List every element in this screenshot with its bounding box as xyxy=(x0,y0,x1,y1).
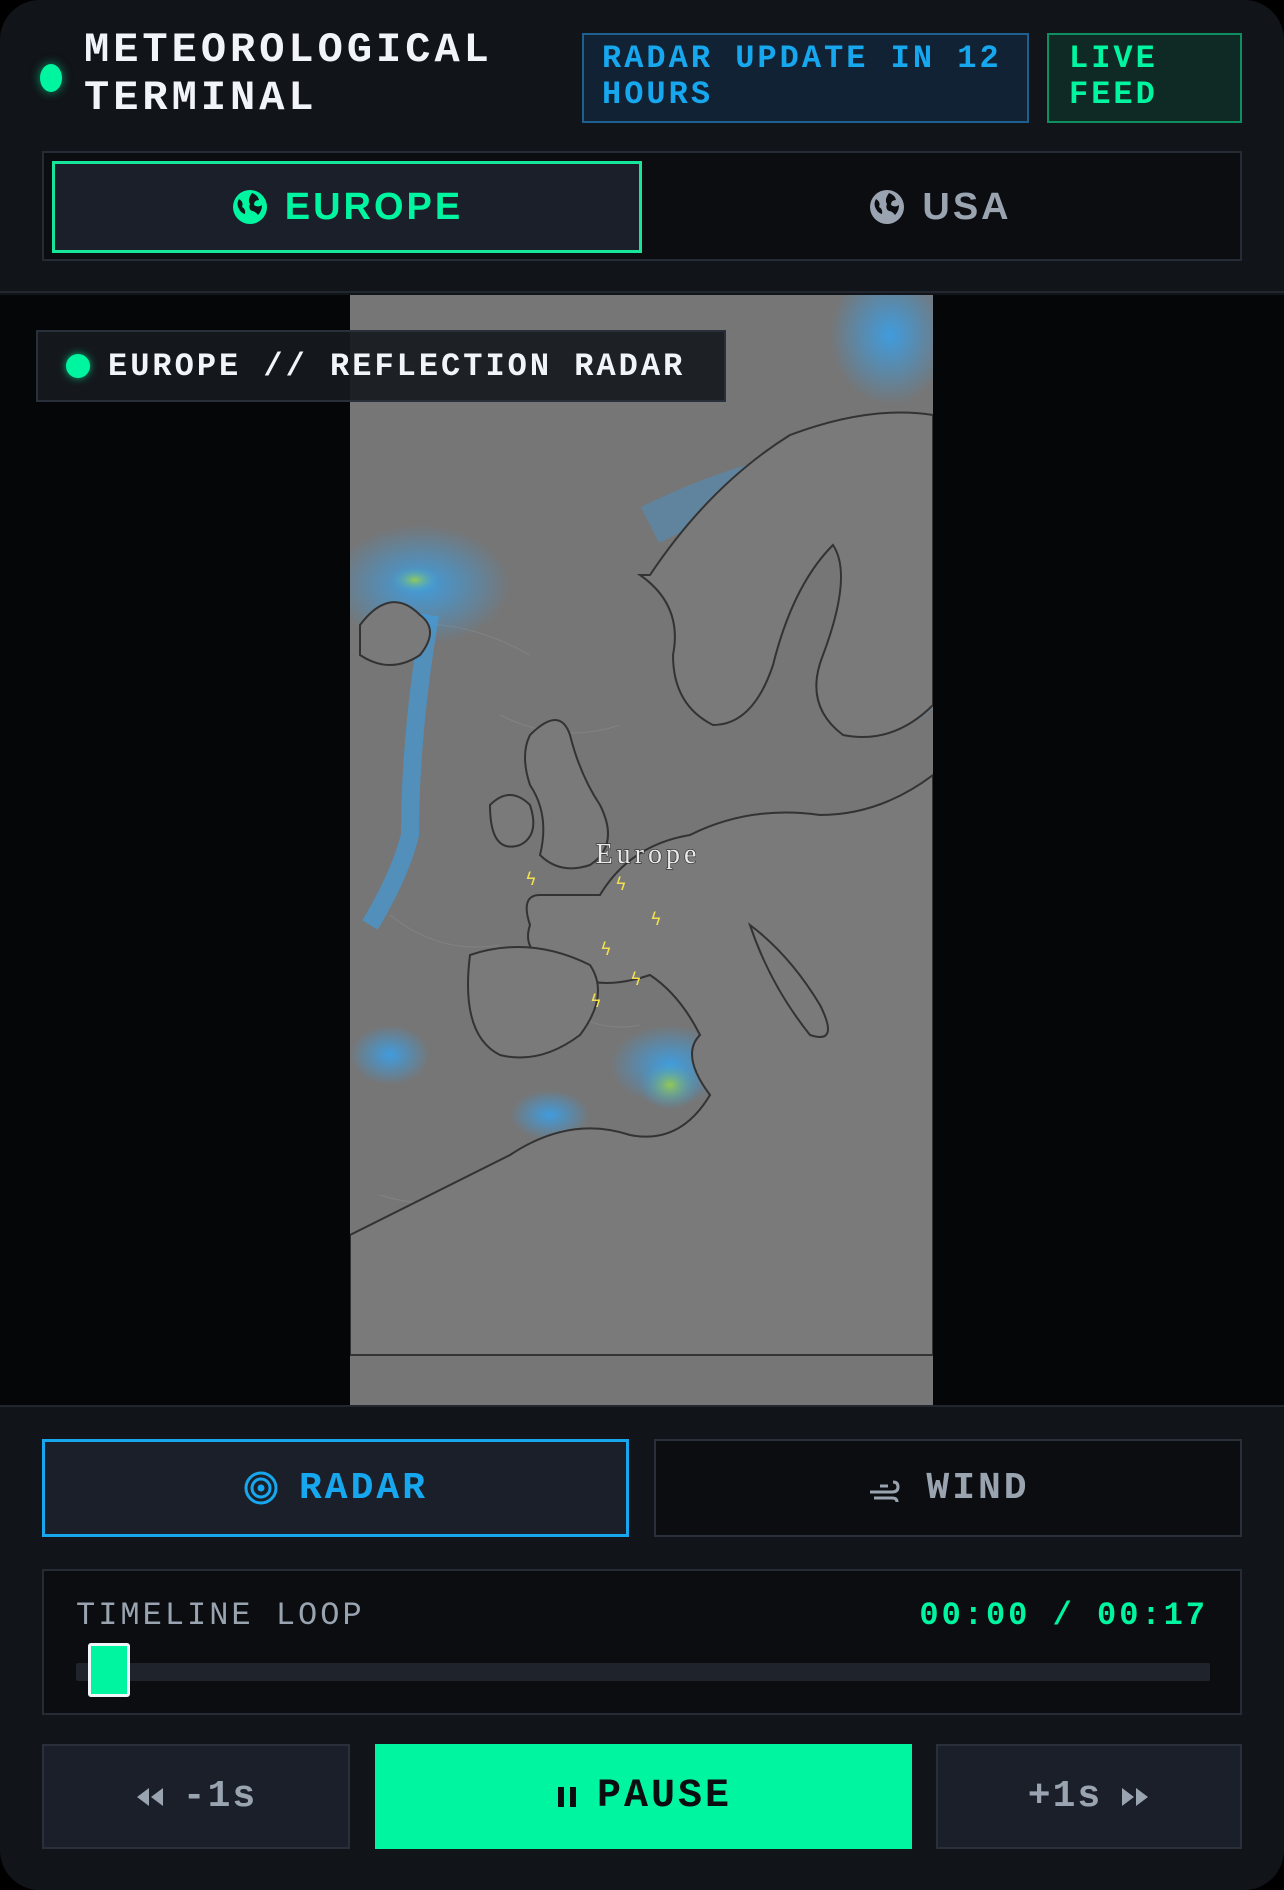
rewind-label: -1s xyxy=(182,1775,258,1818)
timeline-time: 00:00 / 00:17 xyxy=(919,1597,1208,1634)
svg-text:ϟ: ϟ xyxy=(630,969,642,990)
rewind-button[interactable]: -1s xyxy=(42,1744,350,1849)
radar-map-graphic: ϟϟ ϟϟ ϟϟ Europe xyxy=(350,295,933,1405)
tab-radar[interactable]: RADAR xyxy=(42,1439,629,1537)
radar-icon xyxy=(244,1471,278,1505)
pause-button[interactable]: PAUSE xyxy=(375,1744,912,1849)
timeline-track[interactable] xyxy=(76,1663,1210,1681)
overlay-label-text: EUROPE // REFLECTION RADAR xyxy=(108,347,686,385)
rewind-icon xyxy=(136,1787,163,1806)
forward-label: +1s xyxy=(1027,1775,1103,1818)
tab-radar-label: RADAR xyxy=(298,1466,429,1510)
radar-map[interactable]: ϟϟ ϟϟ ϟϟ Europe xyxy=(350,295,933,1405)
pause-icon xyxy=(557,1786,576,1807)
timeline-slider-thumb[interactable] xyxy=(88,1643,130,1697)
tab-europe-label: EUROPE xyxy=(284,185,464,228)
tab-usa-label: USA xyxy=(922,185,1012,228)
globe-icon xyxy=(870,190,905,224)
map-place-label: Europe xyxy=(596,839,701,870)
svg-text:ϟ: ϟ xyxy=(600,939,612,960)
live-feed-badge: LIVE FEED xyxy=(1047,33,1242,123)
svg-text:ϟ: ϟ xyxy=(525,869,537,890)
tab-wind-label: WIND xyxy=(926,1466,1030,1510)
app-title: METEOROLOGICAL TERMINAL xyxy=(84,26,493,122)
radar-update-badge: RADAR UPDATE IN 12 HOURS xyxy=(582,33,1029,123)
globe-icon xyxy=(232,190,267,224)
forward-button[interactable]: +1s xyxy=(936,1744,1242,1849)
control-panel: RADAR WIND TIMELINE LOOP 00:00 / 00:17 -… xyxy=(0,1405,1284,1890)
svg-text:ϟ: ϟ xyxy=(615,874,627,895)
header: METEOROLOGICAL TERMINAL RADAR UPDATE IN … xyxy=(0,0,1284,293)
status-indicator xyxy=(40,64,62,92)
fast-forward-icon xyxy=(1122,1787,1149,1806)
tab-wind[interactable]: WIND xyxy=(654,1439,1242,1537)
pause-label: PAUSE xyxy=(596,1774,733,1819)
map-viewport[interactable]: ϟϟ ϟϟ ϟϟ Europe EUROPE // REFLECTION RAD… xyxy=(0,295,1284,1405)
svg-text:ϟ: ϟ xyxy=(650,909,662,930)
timeline-label: TIMELINE LOOP xyxy=(76,1597,365,1634)
overlay-status-dot xyxy=(66,354,90,378)
tab-europe[interactable]: EUROPE xyxy=(52,161,642,253)
region-tabs: EUROPE USA xyxy=(42,151,1242,261)
map-overlay-label: EUROPE // REFLECTION RADAR xyxy=(36,330,726,402)
weather-terminal-app: METEOROLOGICAL TERMINAL RADAR UPDATE IN … xyxy=(0,0,1284,1890)
svg-text:ϟ: ϟ xyxy=(590,991,602,1012)
timeline-loop: TIMELINE LOOP 00:00 / 00:17 xyxy=(42,1569,1242,1715)
tab-usa[interactable]: USA xyxy=(644,161,1236,253)
wind-icon xyxy=(870,1480,900,1503)
